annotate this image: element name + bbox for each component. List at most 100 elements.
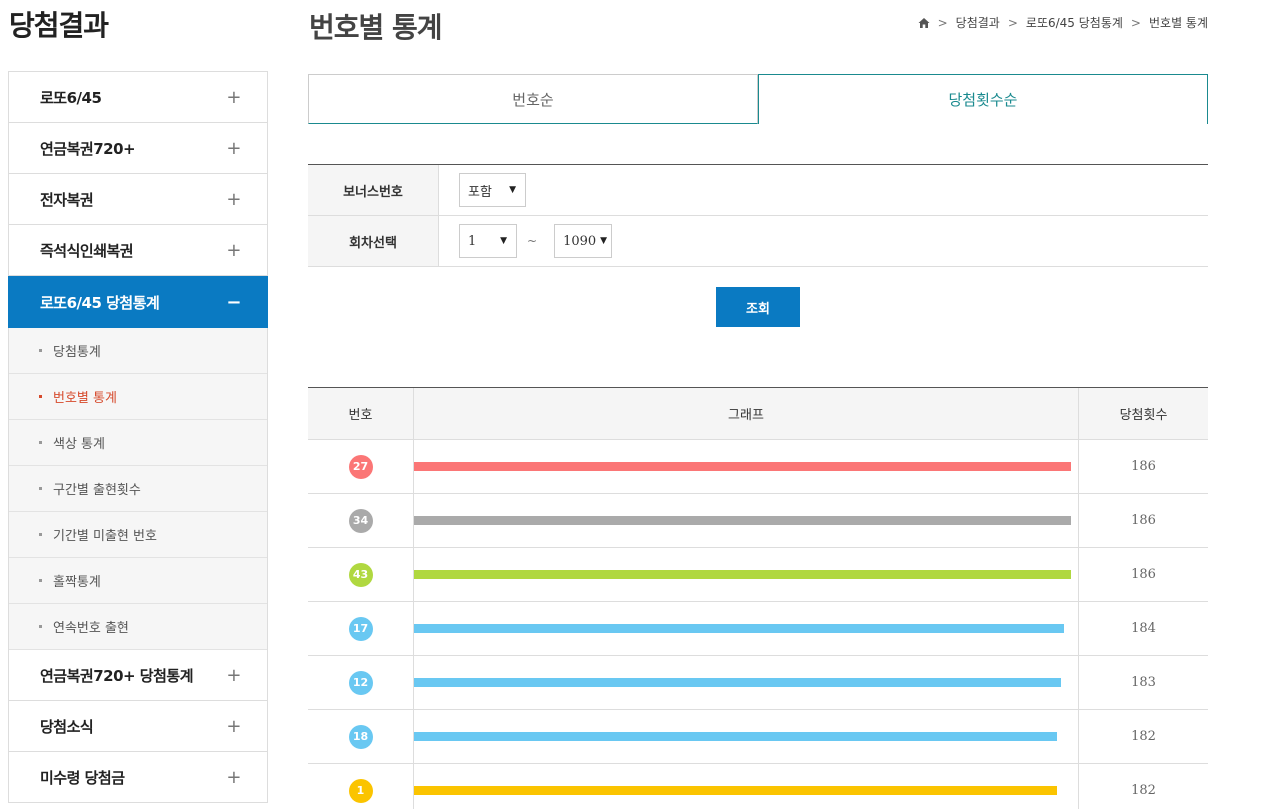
round-from-value: 1 [468, 233, 477, 249]
graph-cell [414, 494, 1079, 547]
table-row: 34 186 [308, 494, 1208, 548]
bonus-select[interactable]: 포함 ▼ [459, 173, 526, 207]
breadcrumb: > 당첨결과 > 로또6/45 당첨통계 > 번호별 통계 [918, 14, 1208, 31]
sub-item-label: 당첨통계 [53, 345, 101, 360]
number-stats-table: 번호 그래프 당첨횟수 27 186 34 186 43 186 17 184 12 183 18 1… [308, 387, 1208, 809]
table-body: 27 186 34 186 43 186 17 184 12 183 18 182 1 182 [308, 440, 1208, 809]
chevron-right-icon: > [1007, 15, 1018, 30]
page-heading: 당첨결과 [9, 9, 109, 42]
home-icon[interactable] [918, 17, 930, 29]
number-ball: 1 [348, 778, 373, 803]
sub-item-label: 색상 통계 [53, 437, 105, 452]
sidebar-sub-item-consecutive[interactable]: 연속번호 출현 [9, 604, 267, 650]
sidebar-sub-item-odd-even[interactable]: 홀짝통계 [9, 558, 267, 604]
number-ball: 12 [348, 670, 373, 695]
breadcrumb-item-current: 번호별 통계 [1148, 16, 1208, 30]
expand-icon: + [226, 664, 241, 686]
expand-icon: + [226, 766, 241, 788]
number-ball: 18 [348, 724, 373, 749]
bullet-icon [39, 395, 42, 398]
sidebar-item-pension-stats[interactable]: 연금복권720+ 당첨통계 + [9, 650, 267, 701]
table-row: 43 186 [308, 548, 1208, 602]
search-button[interactable]: 조회 [716, 287, 800, 327]
column-header-count: 당첨횟수 [1119, 408, 1168, 423]
column-header-number: 번호 [308, 388, 414, 439]
sidebar-item-instant-print[interactable]: 즉석식인쇄복권 + [9, 225, 267, 276]
sidebar-item-unclaimed[interactable]: 미수령 당첨금 + [9, 752, 267, 803]
number-cell: 43 [308, 548, 414, 601]
bullet-icon [39, 441, 42, 444]
number-cell: 17 [308, 602, 414, 655]
bullet-icon [39, 533, 42, 536]
bonus-select-value: 포함 [468, 184, 492, 200]
sidebar-item-lotto-stats[interactable]: 로또6/45 당첨통계 − [8, 276, 268, 328]
tab-by-win-count[interactable]: 당첨횟수순 [758, 74, 1208, 124]
bullet-icon [39, 487, 42, 490]
sidebar-item-label: 즉석식인쇄복권 [40, 241, 134, 260]
range-separator: ~ [527, 234, 538, 248]
table-row: 17 184 [308, 602, 1208, 656]
count-bar [414, 732, 1058, 741]
count-bar [414, 570, 1072, 579]
round-to-select[interactable]: 1090 ▼ [554, 224, 613, 258]
table-row: 12 183 [308, 656, 1208, 710]
tab-by-number[interactable]: 번호순 [308, 74, 758, 124]
count-cell: 186 [1131, 567, 1156, 582]
sidebar-item-pension720[interactable]: 연금복권720+ + [9, 123, 267, 174]
count-bar [414, 516, 1072, 525]
breadcrumb-item[interactable]: 당첨결과 [956, 14, 1000, 31]
breadcrumb-item[interactable]: 로또6/45 당첨통계 [1026, 14, 1123, 31]
number-cell: 27 [308, 440, 414, 493]
sidebar-sub-item-color-stats[interactable]: 색상 통계 [9, 420, 267, 466]
expand-icon: + [226, 188, 241, 210]
caret-down-icon: ▼ [500, 236, 507, 246]
sidebar-item-label: 미수령 당첨금 [40, 768, 125, 787]
bonus-label: 보너스번호 [308, 165, 439, 215]
chevron-right-icon: > [1130, 15, 1141, 30]
graph-cell [414, 602, 1079, 655]
count-cell: 186 [1131, 459, 1156, 474]
table-header: 번호 그래프 당첨횟수 [308, 388, 1208, 440]
number-cell: 18 [308, 710, 414, 763]
round-from-select[interactable]: 1 ▼ [459, 224, 517, 258]
bullet-icon [39, 349, 42, 352]
table-row: 27 186 [308, 440, 1208, 494]
sidebar-sub-item-number-stats[interactable]: 번호별 통계 [9, 374, 267, 420]
count-bar [414, 624, 1065, 633]
graph-cell [414, 548, 1079, 601]
expand-icon: + [226, 715, 241, 737]
collapse-icon: − [226, 291, 241, 313]
count-cell: 183 [1131, 675, 1156, 690]
graph-cell [414, 710, 1079, 763]
caret-down-icon: ▼ [600, 236, 608, 246]
sidebar: 로또6/45 + 연금복권720+ + 전자복권 + 즉석식인쇄복권 + 로또6/45 … [8, 71, 268, 803]
chevron-right-icon: > [937, 15, 948, 30]
number-cell: 1 [308, 764, 414, 809]
sidebar-sub-item-unseen-numbers[interactable]: 기간별 미출현 번호 [9, 512, 267, 558]
sidebar-item-label: 로또6/45 [40, 88, 102, 107]
sidebar-sub-item-range-stats[interactable]: 구간별 출현횟수 [9, 466, 267, 512]
sidebar-item-news[interactable]: 당첨소식 + [9, 701, 267, 752]
count-cell: 186 [1131, 513, 1156, 528]
count-bar [414, 462, 1072, 471]
caret-down-icon: ▼ [509, 185, 516, 195]
page-title: 번호별 통계 [309, 11, 443, 44]
graph-cell [414, 764, 1079, 809]
sidebar-item-lotto645[interactable]: 로또6/45 + [9, 72, 267, 123]
sub-item-label: 번호별 통계 [53, 391, 117, 406]
count-cell: 184 [1131, 621, 1156, 636]
bonus-row: 보너스번호 포함 ▼ [308, 165, 1208, 216]
count-cell: 182 [1131, 729, 1156, 744]
count-bar [414, 678, 1061, 687]
graph-cell [414, 440, 1079, 493]
column-header-graph: 그래프 [414, 388, 1079, 439]
sub-item-label: 구간별 출현횟수 [53, 483, 141, 498]
round-row: 회차선택 1 ▼ ~ 1090 ▼ [308, 216, 1208, 267]
expand-icon: + [226, 137, 241, 159]
sidebar-item-e-lottery[interactable]: 전자복권 + [9, 174, 267, 225]
bullet-icon [39, 625, 42, 628]
table-row: 1 182 [308, 764, 1208, 809]
sidebar-sub-item-win-stats[interactable]: 당첨통계 [9, 328, 267, 374]
sidebar-item-label: 전자복권 [40, 190, 94, 209]
number-ball: 43 [348, 562, 373, 587]
